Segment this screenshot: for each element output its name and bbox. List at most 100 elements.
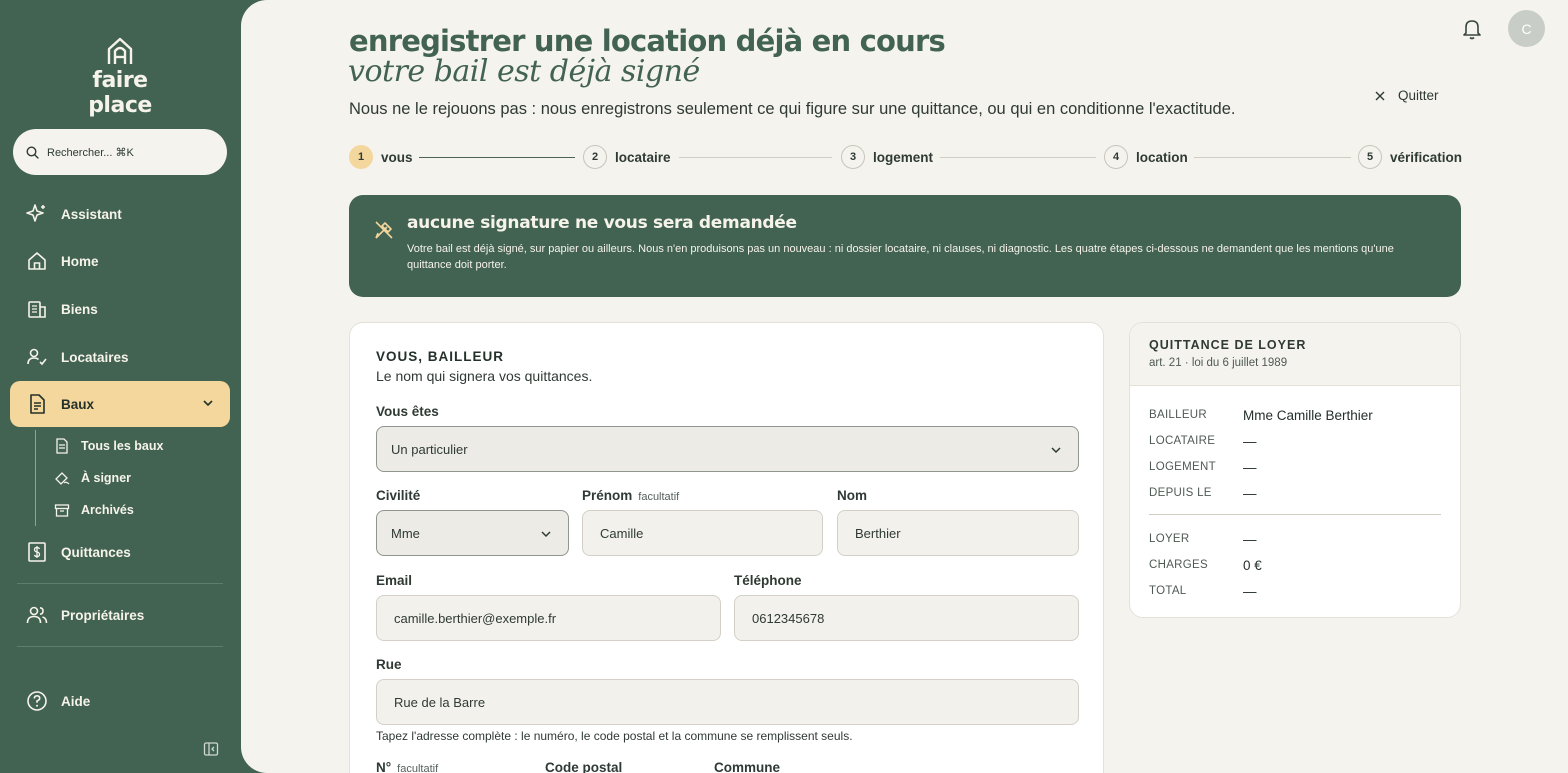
sidebar-item-proprietaires[interactable]: Propriétaires — [10, 592, 230, 638]
step-label: vérification — [1390, 149, 1463, 165]
sidebar-item-aide[interactable]: Aide — [10, 678, 230, 724]
step-logement[interactable]: 3 logement — [841, 145, 933, 169]
info-banner: aucune signature ne vous sera demandée V… — [349, 195, 1461, 297]
chevron-down-icon — [203, 400, 213, 407]
step-connector — [419, 157, 575, 158]
label-text: Nom — [837, 488, 867, 503]
vous-etes-label: Vous êtes — [376, 404, 439, 419]
sidebar-item-label: Quittances — [61, 544, 131, 560]
rue-field[interactable]: Rue de la Barre — [376, 679, 1079, 725]
receipt-key: BAILLEUR — [1149, 409, 1208, 421]
no-signature-icon — [375, 221, 393, 239]
select-value: Un particulier — [391, 441, 468, 457]
receipt-header: QUITTANCE DE LOYER art. 21 · loi du 6 ju… — [1130, 323, 1460, 386]
sidebar-item-label: Aide — [61, 693, 91, 709]
receipt-preview-card: QUITTANCE DE LOYER art. 21 · loi du 6 ju… — [1129, 322, 1461, 618]
field-value: Camille — [600, 525, 644, 541]
nom-field[interactable]: Berthier — [837, 510, 1079, 556]
banner-title: aucune signature ne vous sera demandée — [407, 213, 797, 233]
avatar[interactable]: C — [1508, 10, 1545, 47]
label-text: Téléphone — [734, 573, 802, 588]
subitem-archives[interactable]: Archivés — [54, 498, 134, 522]
step-number: 3 — [841, 145, 865, 169]
step-verification[interactable]: 5 vérification — [1358, 145, 1462, 169]
user-check-icon — [26, 346, 48, 368]
sidebar-item-label: Assistant — [61, 206, 122, 222]
receipt-subtitle: art. 21 · loi du 6 juillet 1989 — [1149, 357, 1288, 369]
help-circle-icon — [26, 690, 48, 712]
numero-label: N° facultatif — [376, 760, 438, 773]
step-connector — [1194, 157, 1351, 158]
collapse-sidebar-icon[interactable] — [203, 741, 219, 757]
receipt-row-bailleur: BAILLEUR Mme Camille Berthier — [1149, 405, 1441, 425]
page-title: enregistrer une location déjà en cours — [349, 24, 946, 58]
search-placeholder: Rechercher... ⌘K — [47, 146, 134, 159]
sidebar: faire place Rechercher... ⌘K Assistant H… — [0, 0, 241, 773]
search-icon — [26, 145, 39, 159]
subnav-guide — [35, 430, 36, 526]
section-subtitle: Le nom qui signera vos quittances. — [376, 368, 593, 384]
step-vous[interactable]: 1 vous — [349, 145, 413, 169]
rue-hint: Tapez l'adresse complète : le numéro, le… — [376, 729, 853, 743]
prenom-field[interactable]: Camille — [582, 510, 823, 556]
sidebar-item-assistant[interactable]: Assistant — [10, 191, 230, 237]
sidebar-item-locataires[interactable]: Locataires — [10, 334, 230, 380]
step-label: location — [1136, 149, 1188, 165]
step-number: 2 — [583, 145, 607, 169]
subitem-a-signer[interactable]: À signer — [54, 466, 131, 490]
subitem-label: Tous les baux — [81, 439, 164, 453]
step-connector — [679, 157, 832, 158]
sidebar-item-label: Baux — [61, 396, 95, 412]
step-location[interactable]: 4 location — [1104, 145, 1188, 169]
step-number: 4 — [1104, 145, 1128, 169]
vous-etes-select[interactable]: Un particulier — [376, 426, 1079, 472]
landlord-form-card: VOUS, BAILLEUR Le nom qui signera vos qu… — [349, 322, 1104, 773]
email-field[interactable]: camille.berthier@exemple.fr — [376, 595, 721, 641]
civilite-select[interactable]: Mme — [376, 510, 569, 556]
bell-icon[interactable] — [1461, 17, 1483, 41]
receipt-value: Mme Camille Berthier — [1243, 407, 1373, 423]
chevron-down-icon — [1051, 447, 1061, 454]
section-title: VOUS, BAILLEUR — [376, 349, 505, 364]
telephone-label: Téléphone — [734, 573, 802, 588]
subitem-tous-les-baux[interactable]: Tous les baux — [54, 434, 163, 458]
logo[interactable]: faire place — [60, 36, 180, 118]
file-icon — [54, 438, 72, 454]
building-icon — [26, 298, 48, 320]
telephone-field[interactable]: 0612345678 — [734, 595, 1079, 641]
quit-button[interactable]: Quitter — [1375, 88, 1439, 103]
receipt-key: LOGEMENT — [1149, 461, 1216, 473]
users-icon — [26, 604, 48, 626]
code-postal-label: Code postal — [545, 760, 622, 773]
label-text: Prénom — [582, 488, 633, 503]
main-panel: C enregistrer une location déjà en cours… — [241, 0, 1568, 773]
receipt-row-loyer: LOYER — — [1149, 529, 1441, 549]
sidebar-divider — [17, 646, 223, 647]
sidebar-item-quittances[interactable]: Quittances — [10, 529, 230, 575]
commune-label: Commune — [714, 760, 780, 773]
receipt-divider — [1149, 514, 1441, 515]
sidebar-item-label: Home — [61, 253, 99, 269]
receipt-row-charges: CHARGES 0 € — [1149, 555, 1441, 575]
receipt-key: CHARGES — [1149, 559, 1208, 571]
receipt-value: — — [1243, 459, 1257, 475]
field-value: camille.berthier@exemple.fr — [394, 610, 557, 626]
receipt-row-depuis: DEPUIS LE — — [1149, 483, 1441, 503]
receipt-key: TOTAL — [1149, 585, 1187, 597]
banner-text: Votre bail est déjà signé, sur papier ou… — [407, 243, 1394, 271]
receipt-row-locataire: LOCATAIRE — — [1149, 431, 1441, 451]
sidebar-item-baux[interactable]: Baux — [10, 381, 230, 427]
step-locataire[interactable]: 2 locataire — [583, 145, 671, 169]
receipt-value: — — [1243, 433, 1257, 449]
sidebar-divider — [17, 583, 223, 584]
quit-label: Quitter — [1398, 88, 1439, 103]
archive-icon — [54, 502, 72, 518]
search-input[interactable]: Rechercher... ⌘K — [13, 129, 227, 175]
field-value: Rue de la Barre — [394, 694, 486, 710]
sidebar-item-biens[interactable]: Biens — [10, 286, 230, 332]
brand-name: faire place — [88, 68, 152, 118]
field-value: Berthier — [855, 525, 901, 541]
sidebar-item-home[interactable]: Home — [10, 238, 230, 284]
receipt-key: DEPUIS LE — [1149, 487, 1212, 499]
nom-label: Nom — [837, 488, 867, 503]
